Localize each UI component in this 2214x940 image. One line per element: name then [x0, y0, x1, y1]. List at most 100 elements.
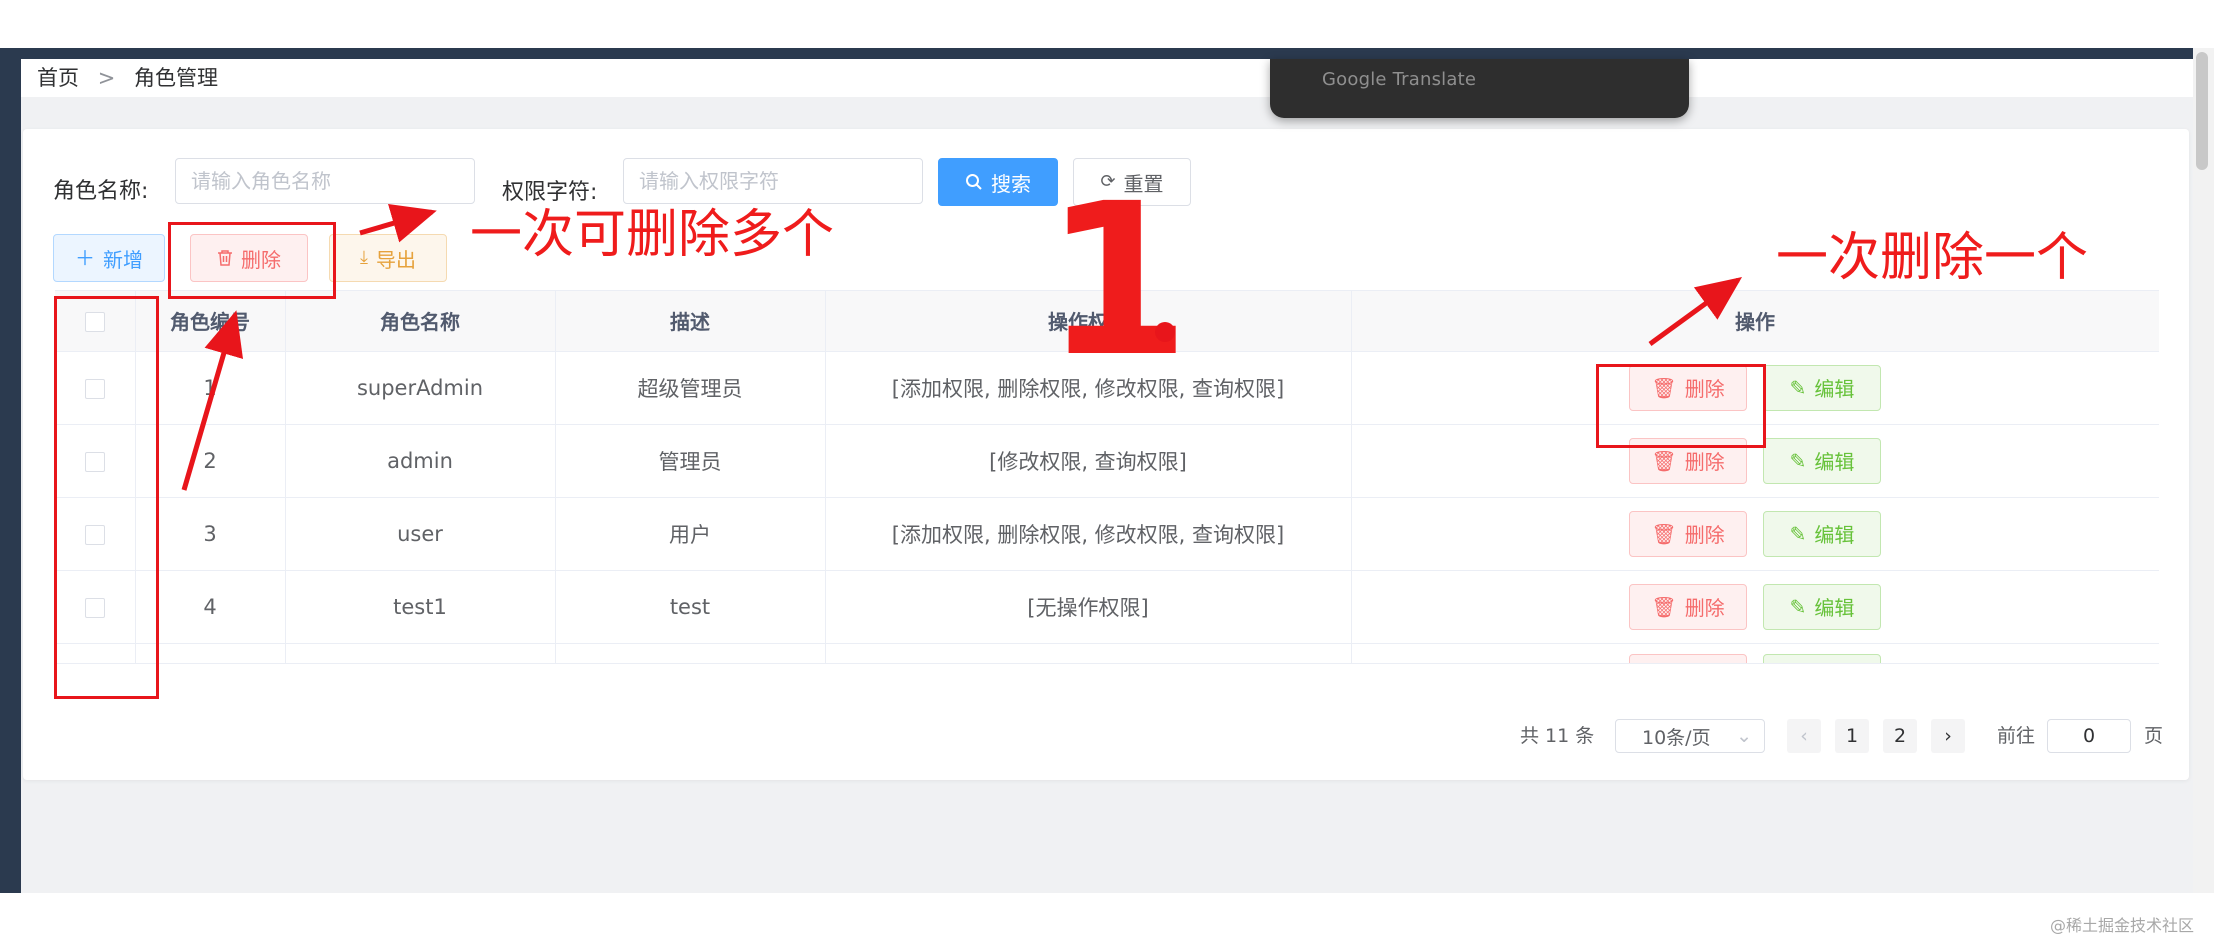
role-name-cell: user: [285, 497, 556, 571]
roles-table: 角色编号 角色名称 描述 操作权限 操作 1 superAdmin 超级管理员 …: [55, 290, 2159, 664]
row-edit-button[interactable]: ✎ 编辑: [1763, 364, 1881, 411]
row-edit-label: 编辑: [1814, 523, 1855, 547]
row-edit-label: 编辑: [1814, 450, 1855, 474]
row-delete-button[interactable]: 🗑 删除: [1629, 583, 1747, 630]
batch-delete-label: 删除: [241, 247, 281, 272]
app-main: 首页 > 角色管理 角色名称: 权限字符: 搜索 ⟳ 重置 ＋ 新增 删除 ⤓: [21, 59, 2193, 893]
row-delete-label: 删除: [1684, 450, 1725, 474]
chevron-left-icon: ‹: [1800, 725, 1808, 747]
table-row-partial: [55, 643, 2159, 663]
reset-button[interactable]: ⟳ 重置: [1073, 158, 1191, 206]
left-sidebar-edge: [0, 48, 21, 893]
role-id-cell: 1: [135, 351, 286, 425]
goto-label: 前往: [1997, 725, 2036, 747]
edit-icon: ✎: [1789, 375, 1807, 400]
perm-key-input[interactable]: [623, 158, 923, 204]
row-delete-button[interactable]: [1629, 653, 1747, 663]
row-edit-label: 编辑: [1814, 377, 1855, 401]
row-edit-label: 编辑: [1814, 596, 1855, 620]
page-number: 2: [1893, 725, 1907, 747]
permissions-cell: [添加权限, 删除权限, 修改权限, 查询权限]: [825, 497, 1352, 571]
trash-icon: 🗑: [1651, 375, 1677, 400]
chevron-down-icon: ⌄: [1736, 725, 1752, 747]
header-description: 描述: [555, 291, 826, 352]
page-2-button[interactable]: 2: [1883, 719, 1917, 753]
search-button[interactable]: 搜索: [938, 158, 1058, 206]
select-all-checkbox[interactable]: [84, 312, 105, 333]
pagination-total: 共 11 条: [1520, 725, 1595, 747]
breadcrumb-separator: >: [97, 66, 116, 90]
description-cell: 管理员: [555, 424, 826, 498]
role-name-label: 角色名称:: [53, 179, 149, 204]
row-checkbox[interactable]: [84, 378, 105, 399]
page-1-button[interactable]: 1: [1835, 719, 1869, 753]
add-button[interactable]: ＋ 新增: [53, 234, 165, 282]
goto-page-input[interactable]: 0: [2047, 719, 2131, 753]
role-id-cell: 4: [135, 570, 286, 644]
row-checkbox[interactable]: [84, 524, 105, 545]
prev-page-button[interactable]: ‹: [1787, 719, 1821, 753]
row-delete-label: 删除: [1684, 523, 1725, 547]
row-checkbox[interactable]: [84, 597, 105, 618]
scrollbar-thumb[interactable]: [2196, 52, 2208, 170]
page-number: 1: [1845, 725, 1859, 747]
trash-icon: 🗑: [1651, 521, 1677, 546]
chevron-right-icon: ›: [1944, 725, 1952, 747]
edit-icon: ✎: [1789, 521, 1807, 546]
row-delete-button[interactable]: 🗑 删除: [1629, 437, 1747, 484]
role-name-cell: admin: [285, 424, 556, 498]
trash-icon: 🗑: [1651, 448, 1677, 473]
plus-icon: ＋: [75, 246, 95, 270]
permissions-cell: [添加权限, 删除权限, 修改权限, 查询权限]: [825, 351, 1352, 425]
add-button-label: 新增: [103, 247, 143, 272]
permissions-cell: [无操作权限]: [825, 570, 1352, 644]
watermark: @稀土掘金技术社区: [2050, 916, 2195, 935]
role-id-cell: 3: [135, 497, 286, 571]
page-size-value: 10条/页: [1642, 726, 1711, 749]
table-row: 4 test1 test [无操作权限] 🗑 删除 ✎ 编辑: [55, 570, 2159, 644]
row-edit-button[interactable]: ✎ 编辑: [1763, 583, 1881, 630]
batch-delete-button[interactable]: 删除: [190, 234, 308, 282]
header-operations: 操作: [1351, 291, 2159, 352]
role-name-cell: test1: [285, 570, 556, 644]
role-id-cell: 2: [135, 424, 286, 498]
description-cell: test: [555, 570, 826, 644]
page-size-select[interactable]: 10条/页 ⌄: [1615, 719, 1765, 753]
search-icon: [966, 174, 982, 190]
role-name-cell: superAdmin: [285, 351, 556, 425]
edit-icon: ✎: [1789, 448, 1807, 473]
header-role-id: 角色编号: [135, 291, 286, 352]
select-all-cell[interactable]: [55, 291, 136, 352]
row-checkbox[interactable]: [84, 451, 105, 472]
breadcrumb: 首页 > 角色管理: [37, 66, 218, 90]
page-suffix: 页: [2144, 725, 2164, 747]
trash-icon: [218, 250, 232, 266]
role-name-input[interactable]: [175, 158, 475, 204]
reset-button-label: 重置: [1123, 171, 1164, 196]
table-header-row: 角色编号 角色名称 描述 操作权限 操作: [55, 291, 2159, 352]
row-edit-button[interactable]: ✎ 编辑: [1763, 437, 1881, 484]
scrollbar-track[interactable]: [2193, 48, 2214, 893]
export-button-label: 导出: [375, 247, 416, 272]
download-icon: ⤓: [360, 247, 368, 268]
breadcrumb-bar: 首页 > 角色管理: [21, 59, 2193, 97]
google-translate-label: Google Translate: [1322, 69, 1477, 90]
breadcrumb-home[interactable]: 首页: [37, 66, 79, 90]
next-page-button[interactable]: ›: [1931, 719, 1965, 753]
trash-icon: 🗑: [1651, 594, 1677, 619]
breadcrumb-current: 角色管理: [133, 66, 218, 90]
description-cell: 用户: [555, 497, 826, 571]
row-edit-button[interactable]: [1763, 653, 1881, 663]
google-translate-popup: Google Translate: [1270, 59, 1689, 118]
refresh-icon: ⟳: [1100, 171, 1116, 192]
edit-icon: ✎: [1789, 594, 1807, 619]
header-role-name: 角色名称: [285, 291, 556, 352]
table-row: 2 admin 管理员 [修改权限, 查询权限] 🗑 删除 ✎ 编辑: [55, 424, 2159, 498]
row-delete-button[interactable]: 🗑 删除: [1629, 364, 1747, 411]
row-edit-button[interactable]: ✎ 编辑: [1763, 510, 1881, 557]
row-delete-button[interactable]: 🗑 删除: [1629, 510, 1747, 557]
header-permissions: 操作权限: [825, 291, 1352, 352]
description-cell: 超级管理员: [555, 351, 826, 425]
export-button[interactable]: ⤓ 导出: [329, 234, 447, 282]
permissions-cell: [修改权限, 查询权限]: [825, 424, 1352, 498]
